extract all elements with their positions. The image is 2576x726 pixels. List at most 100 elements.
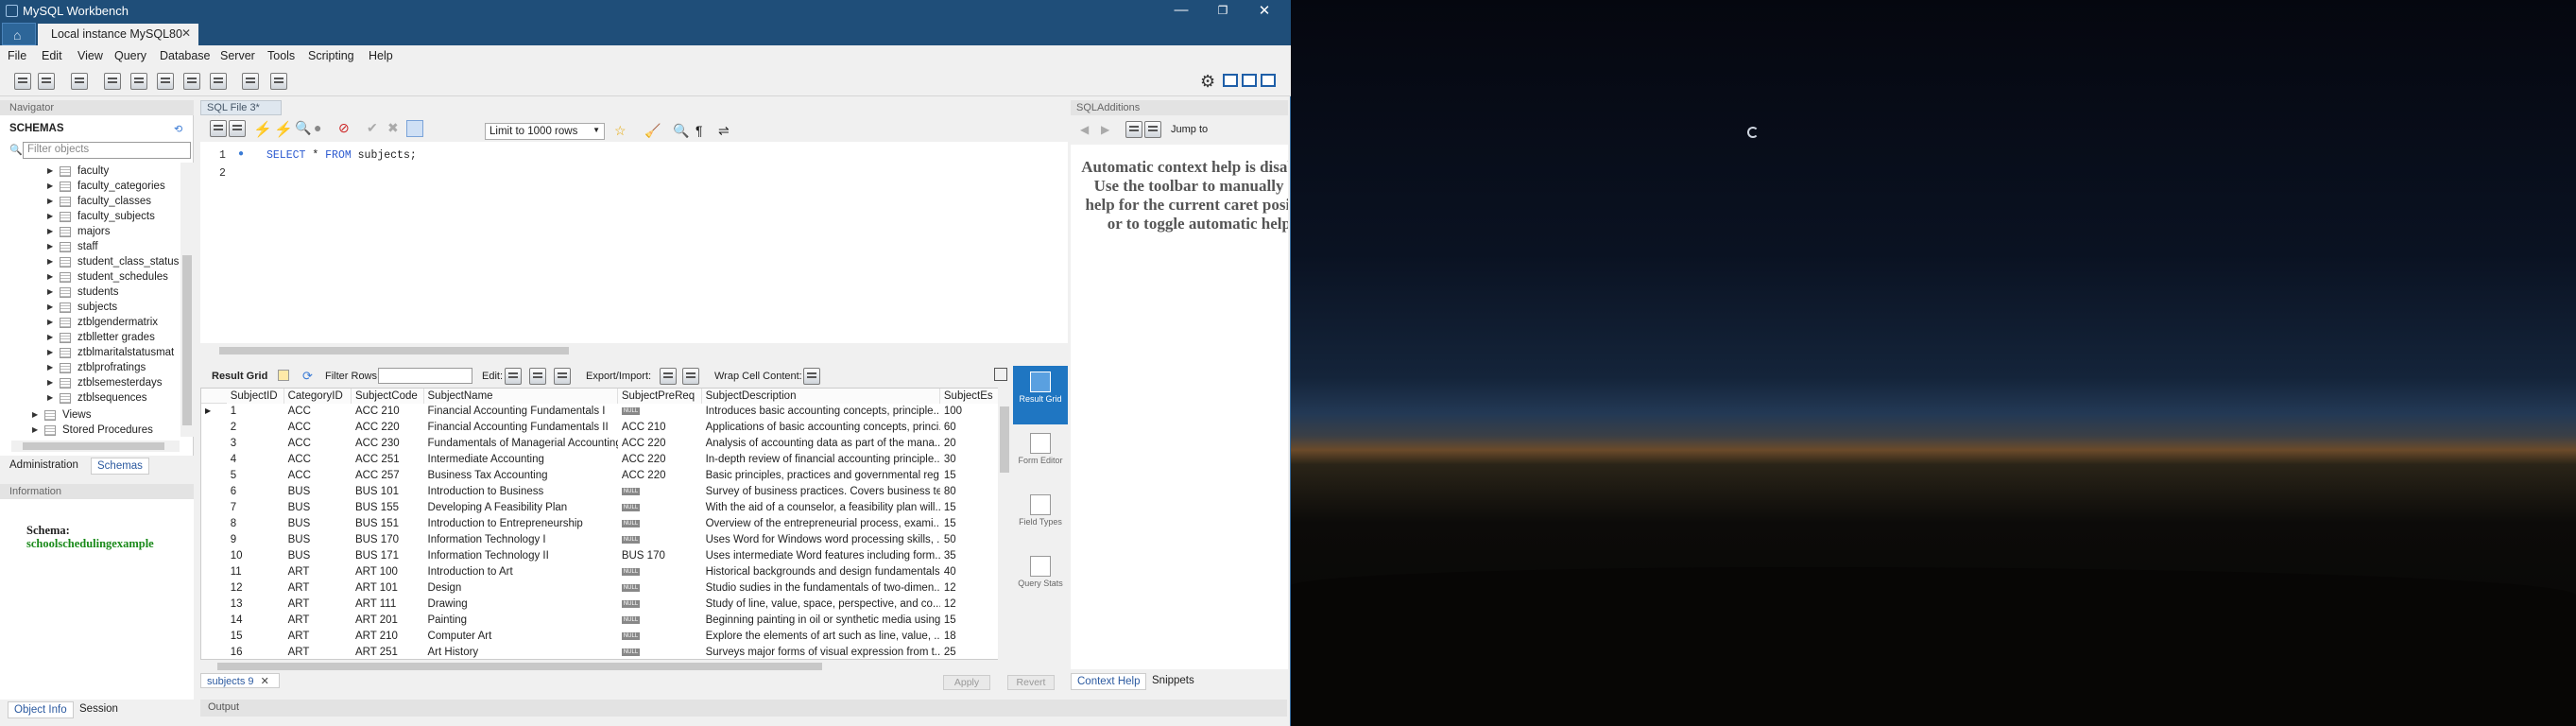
table-cell[interactable]: ACC 210 xyxy=(618,421,702,437)
create-function-icon[interactable] xyxy=(210,73,227,90)
table-cell[interactable]: In-depth review of financial accounting … xyxy=(702,453,940,469)
save-icon[interactable] xyxy=(229,120,246,137)
table-cell[interactable]: BUS xyxy=(284,485,352,501)
filter-rows-input[interactable] xyxy=(378,368,472,384)
table-cell[interactable]: 3 xyxy=(227,437,284,453)
open-sql-file-icon[interactable] xyxy=(38,73,55,90)
table-cell[interactable]: BUS 155 xyxy=(352,501,424,517)
menu-server[interactable]: Server xyxy=(220,49,255,62)
toggle-panel-icon[interactable] xyxy=(994,368,1007,381)
table-cell[interactable]: 5 xyxy=(227,469,284,485)
table-cell[interactable]: ART 201 xyxy=(352,614,424,630)
table-cell[interactable]: NULL xyxy=(618,533,702,549)
new-sql-tab-icon[interactable] xyxy=(14,73,31,90)
find-icon[interactable]: 🔍 xyxy=(673,123,690,140)
table-cell[interactable]: 80 xyxy=(940,485,999,501)
schema-tree-table[interactable]: ▶ ztblletter grades xyxy=(0,331,180,346)
schema-tree-table[interactable]: ▶ staff xyxy=(0,240,180,255)
editor-hscroll-thumb[interactable] xyxy=(219,347,569,354)
schema-tree-table[interactable]: ▶ faculty_subjects xyxy=(0,210,180,225)
table-cell[interactable]: 4 xyxy=(227,453,284,469)
expand-icon[interactable]: ▶ xyxy=(47,363,53,372)
table-cell[interactable]: Basic principles, practices and governme… xyxy=(702,469,940,485)
grid-layout-icon[interactable] xyxy=(278,370,289,381)
table-cell[interactable]: Studio sudies in the fundamentals of two… xyxy=(702,581,940,597)
navigator-scroll-thumb[interactable] xyxy=(182,255,192,425)
toggle-output-icon[interactable] xyxy=(1242,74,1257,87)
schema-tree-table[interactable]: ▶ ztblgendermatrix xyxy=(0,316,180,331)
schema-tree-table[interactable]: ▶ faculty xyxy=(0,164,180,180)
toggle-error-icon[interactable]: ⊘ xyxy=(338,120,355,137)
expand-icon[interactable]: ▶ xyxy=(47,378,53,387)
back-icon[interactable]: ◀ xyxy=(1080,123,1089,136)
expand-icon[interactable]: ▶ xyxy=(47,197,53,205)
table-cell[interactable]: ART 101 xyxy=(352,581,424,597)
tab-schemas[interactable]: Schemas xyxy=(91,458,149,475)
column-header[interactable]: SubjectCode xyxy=(351,389,424,404)
wrap-cell-icon[interactable] xyxy=(803,368,820,385)
schema-tree-table[interactable]: ▶ ztblsequences xyxy=(0,391,180,406)
table-cell[interactable]: NULL xyxy=(618,630,702,646)
table-cell[interactable]: With the aid of a counselor, a feasibili… xyxy=(702,501,940,517)
query-stats-button[interactable]: Query Stats xyxy=(1013,550,1068,609)
table-cell[interactable]: 1 xyxy=(227,405,284,421)
schema-tree-folder[interactable]: ▶ Stored Procedures xyxy=(0,424,180,439)
expand-icon[interactable]: ▶ xyxy=(47,393,53,402)
reconnect-icon[interactable] xyxy=(270,73,287,90)
toggle-secondary-sidebar-icon[interactable] xyxy=(1261,74,1276,87)
expand-icon[interactable]: ▶ xyxy=(47,227,53,235)
table-cell[interactable]: ACC xyxy=(284,469,352,485)
table-cell[interactable]: Applications of basic accounting concept… xyxy=(702,421,940,437)
table-cell[interactable]: BUS 170 xyxy=(618,549,702,565)
search-data-icon[interactable] xyxy=(242,73,259,90)
table-cell[interactable]: 15 xyxy=(940,501,999,517)
table-cell[interactable]: NULL xyxy=(618,501,702,517)
execute-icon[interactable]: ⚡ xyxy=(253,120,272,138)
table-cell[interactable]: BUS 171 xyxy=(352,549,424,565)
table-cell[interactable]: 15 xyxy=(940,517,999,533)
menu-database[interactable]: Database xyxy=(160,49,211,62)
table-cell[interactable]: ACC xyxy=(284,453,352,469)
minimize-button[interactable]: — xyxy=(1168,2,1194,21)
sql-editor[interactable] xyxy=(200,142,1068,343)
table-cell[interactable]: Design xyxy=(424,581,618,597)
table-cell[interactable]: Developing A Feasibility Plan xyxy=(424,501,618,517)
table-row[interactable]: 16 ART ART 251 Art History NULL Surveys major… xyxy=(201,646,999,659)
restore-button[interactable]: ❐ xyxy=(1210,4,1236,23)
table-cell[interactable]: 40 xyxy=(940,565,999,581)
table-cell[interactable]: Overview of the entrepreneurial process,… xyxy=(702,517,940,533)
table-cell[interactable]: ACC xyxy=(284,405,352,421)
table-row[interactable]: 13 ART ART 111 Drawing NULL Study of line, va… xyxy=(201,597,999,614)
table-cell[interactable]: 50 xyxy=(940,533,999,549)
expand-icon[interactable]: ▶ xyxy=(47,272,53,281)
table-cell[interactable]: ACC 220 xyxy=(618,437,702,453)
auto-help-icon[interactable] xyxy=(1144,121,1161,138)
table-cell[interactable]: BUS xyxy=(284,501,352,517)
expand-icon[interactable]: ▶ xyxy=(47,166,53,175)
tab-snippets[interactable]: Snippets xyxy=(1152,675,1194,686)
table-cell[interactable]: Computer Art xyxy=(424,630,618,646)
table-cell[interactable]: Intermediate Accounting xyxy=(424,453,618,469)
wrap-lines-icon[interactable]: ⇌ xyxy=(718,123,735,140)
connection-tab[interactable]: Local instance MySQL80 ✕ xyxy=(38,24,198,45)
menu-view[interactable]: View xyxy=(77,49,103,62)
table-cell[interactable]: BUS xyxy=(284,517,352,533)
table-cell[interactable]: ART xyxy=(284,565,352,581)
schema-tree-table[interactable]: ▶ student_schedules xyxy=(0,270,180,285)
revert-button[interactable]: Revert xyxy=(1007,675,1055,690)
open-file-icon[interactable] xyxy=(210,120,227,137)
table-row[interactable]: 9 BUS BUS 170 Information Technology I NULL U… xyxy=(201,533,999,549)
column-header[interactable]: SubjectID xyxy=(226,389,284,404)
tab-context-help[interactable]: Context Help xyxy=(1071,673,1147,690)
table-row[interactable]: ▶ 1 ACC ACC 210 Financial Accounting Fundame… xyxy=(201,405,999,421)
table-cell[interactable]: Introduction to Art xyxy=(424,565,618,581)
table-cell[interactable]: 100 xyxy=(940,405,999,421)
table-cell[interactable]: NULL xyxy=(618,614,702,630)
table-cell[interactable]: Explore the elements of art such as line… xyxy=(702,630,940,646)
expand-icon[interactable]: ▶ xyxy=(47,242,53,251)
tab-session[interactable]: Session xyxy=(79,703,118,715)
table-cell[interactable]: Fundamentals of Managerial Accounting xyxy=(424,437,618,453)
schema-tree-table[interactable]: ▶ majors xyxy=(0,225,180,240)
table-cell[interactable]: 14 xyxy=(227,614,284,630)
table-row[interactable]: 11 ART ART 100 Introduction to Art NULL Histo… xyxy=(201,565,999,581)
